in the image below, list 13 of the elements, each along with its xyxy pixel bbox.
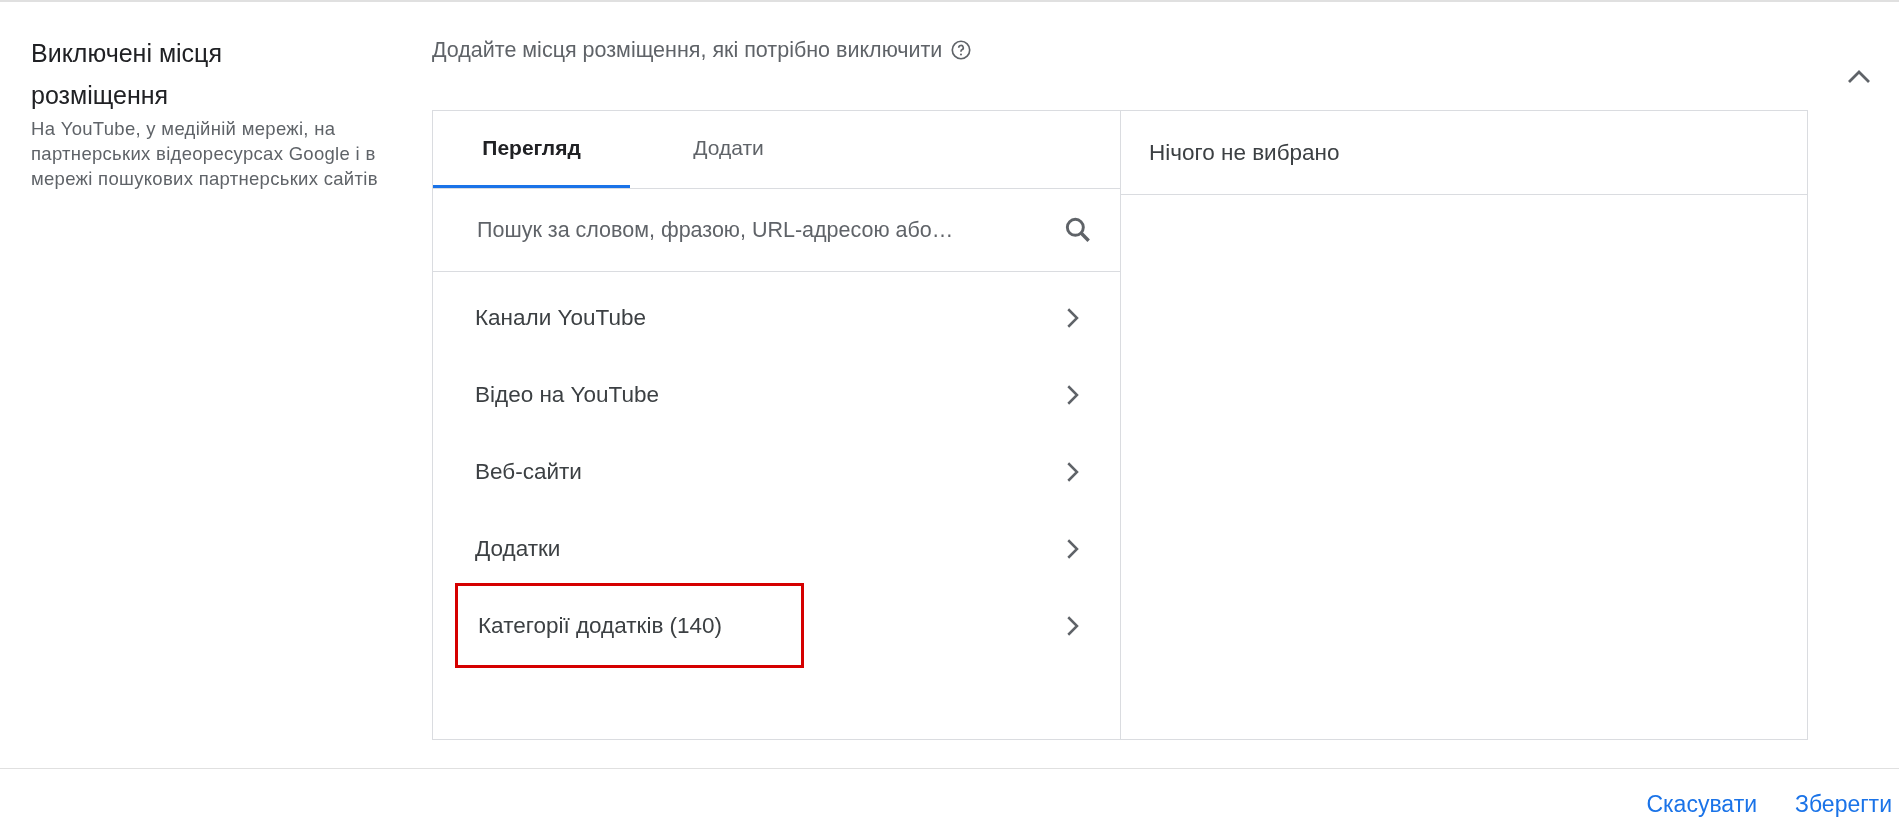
prompt-text: Додайте місця розміщення, які потрібно виключити — [432, 37, 943, 63]
empty-selection-text: Нічого не вибрано — [1149, 139, 1340, 166]
section-description: На YouTube, у медійній мережі, на партнерських відеоресурсах Google і в мережі пошукових партнерських сайтів — [31, 117, 379, 191]
category-item[interactable]: Канали YouTube — [433, 279, 1120, 356]
category-item[interactable]: Веб-сайти — [433, 433, 1120, 510]
tab[interactable]: Додати — [630, 111, 827, 188]
tab[interactable]: Перегляд — [433, 111, 630, 188]
footer-button[interactable]: Скасувати — [1646, 791, 1758, 818]
category-item[interactable]: Додатки — [433, 510, 1120, 587]
help-icon — [950, 39, 973, 61]
section-title: Виключені місця розміщення — [31, 38, 223, 111]
footer-button[interactable]: Зберегти — [1795, 791, 1892, 818]
category-item[interactable]: Відео на YouTube — [433, 356, 1120, 433]
